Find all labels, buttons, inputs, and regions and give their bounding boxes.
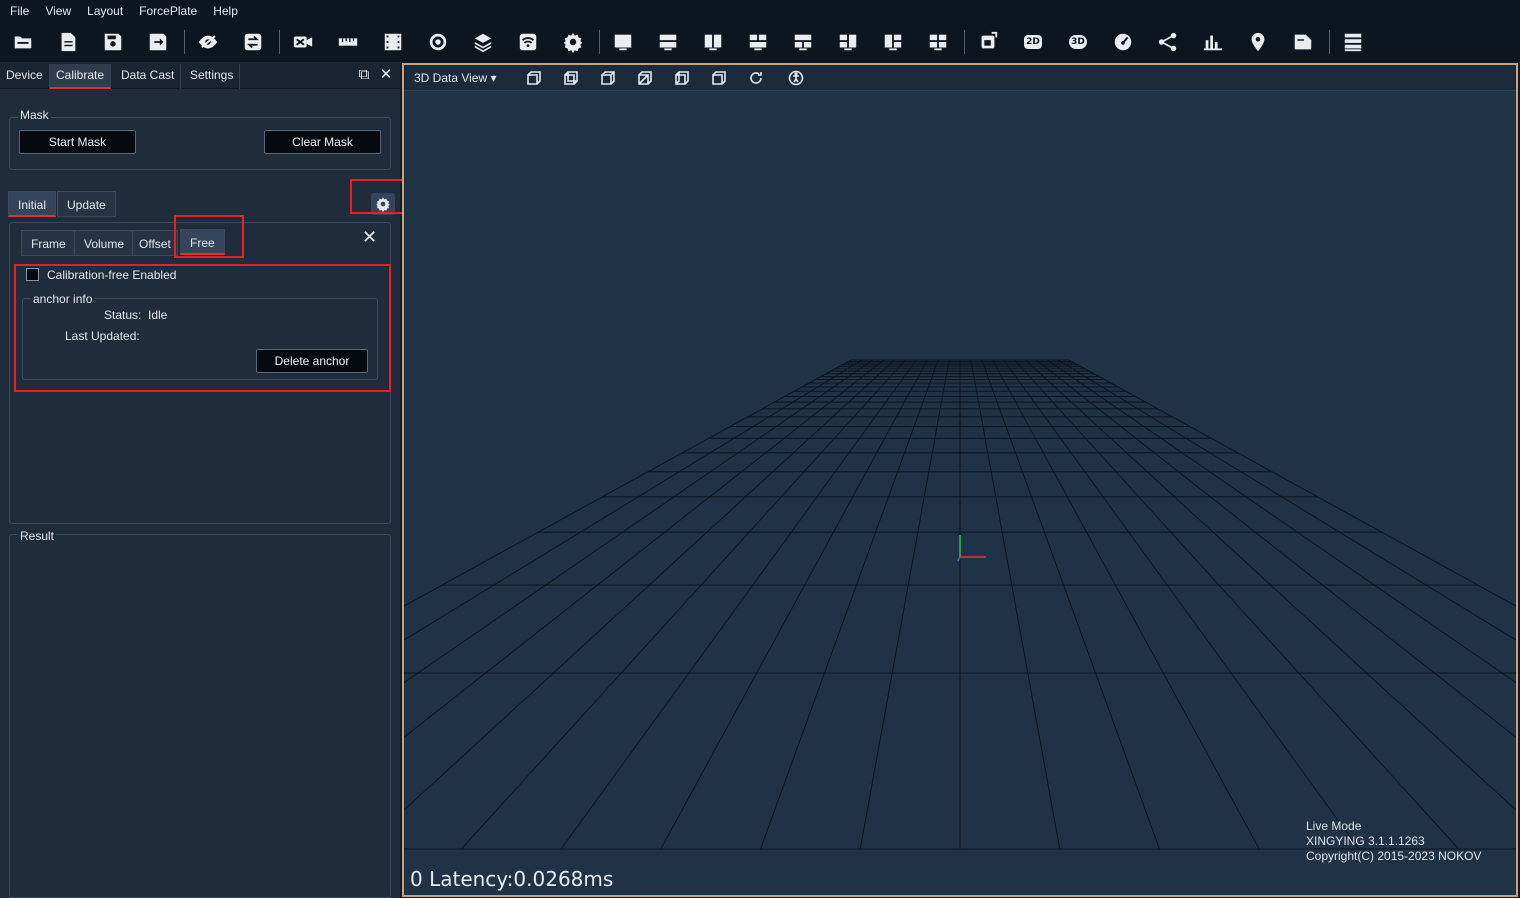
sync-icon[interactable] <box>241 30 265 54</box>
location-pin-icon[interactable] <box>1246 30 1270 54</box>
grid-line-v <box>760 359 939 850</box>
tab-offset[interactable]: Offset <box>132 230 178 256</box>
export-icon[interactable] <box>146 30 170 54</box>
hide-icon[interactable] <box>196 30 220 54</box>
free-tab-highlight-box <box>174 215 244 258</box>
float-panel-icon[interactable]: ⧉ <box>357 67 371 82</box>
tab-update[interactable]: Update <box>57 191 116 217</box>
grid-line-v <box>970 359 1061 850</box>
view-3d-icon[interactable]: 3D <box>1066 30 1090 54</box>
menu-forceplate[interactable]: ForcePlate <box>131 0 205 22</box>
grid-line-v <box>859 359 950 850</box>
menu-help[interactable]: Help <box>205 0 246 22</box>
skeleton-icon[interactable] <box>1156 30 1180 54</box>
clear-mask-button[interactable]: Clear Mask <box>264 130 381 154</box>
view-2d-icon[interactable]: 2D <box>1021 30 1045 54</box>
close-subpanel-icon[interactable]: ✕ <box>362 227 377 248</box>
menu-file[interactable]: File <box>2 0 37 22</box>
view-back-icon[interactable] <box>563 70 579 86</box>
grid-line-v <box>560 359 917 850</box>
view-left-icon[interactable] <box>674 70 690 86</box>
menu-bar: File View Layout ForcePlate Help <box>0 0 1520 22</box>
grid-line-v <box>660 359 928 850</box>
grid-line-v <box>404 359 895 811</box>
ruler-icon[interactable] <box>336 30 360 54</box>
menu-layout[interactable]: Layout <box>79 0 131 22</box>
camera-off-icon[interactable] <box>291 30 315 54</box>
start-mask-button[interactable]: Start Mask <box>19 130 136 154</box>
panel-tab-bar: Device Calibrate Data Cast Settings ⧉ ✕ <box>0 62 400 89</box>
close-panel-icon[interactable]: ✕ <box>379 67 393 82</box>
layout-left-two-icon[interactable] <box>836 30 860 54</box>
grid-line-v <box>1025 359 1516 811</box>
version-info: Live Mode XINGYING 3.1.1.1263 Copyright(… <box>1306 819 1481 864</box>
view-bottom-icon[interactable] <box>637 70 653 86</box>
tab-data-cast[interactable]: Data Cast <box>115 64 182 89</box>
grid-line-v <box>1003 359 1360 850</box>
grid-line-v <box>404 359 885 738</box>
tab-calibrate[interactable]: Calibrate <box>50 64 112 89</box>
layout-two-col-icon[interactable] <box>701 30 725 54</box>
view-title: 3D Data View <box>414 71 488 85</box>
record-icon[interactable] <box>426 30 450 54</box>
grid-line-v <box>1014 359 1460 850</box>
tab-settings[interactable]: Settings <box>184 64 241 89</box>
bar-chart-icon[interactable] <box>1201 30 1225 54</box>
accessibility-icon[interactable] <box>788 70 804 86</box>
list-icon[interactable] <box>1341 30 1365 54</box>
grid-line-v <box>1035 359 1516 738</box>
free-content-highlight-box <box>14 264 391 392</box>
mask-title: Mask <box>18 108 51 122</box>
3d-data-view[interactable]: 3D Data View ▾ 0 Latency:0.0268ms Live M… <box>402 63 1518 897</box>
grid-line-v <box>404 359 863 641</box>
reset-view-icon[interactable] <box>748 70 764 86</box>
copyright-text: Copyright(C) 2015-2023 NOKOV <box>1306 849 1482 863</box>
result-group <box>9 534 391 898</box>
save-icon[interactable] <box>101 30 125 54</box>
layout-single-icon[interactable] <box>611 30 635 54</box>
tab-frame[interactable]: Frame <box>21 230 76 256</box>
result-title: Result <box>18 529 57 543</box>
rotate-view-icon[interactable] <box>976 30 1000 54</box>
version-text: XINGYING 3.1.1.1263 <box>1306 834 1425 848</box>
grid-line-v <box>992 359 1260 850</box>
settings-icon[interactable] <box>561 30 585 54</box>
open-folder-icon[interactable] <box>11 30 35 54</box>
grid-line-v <box>1057 359 1516 641</box>
document-icon[interactable] <box>1291 30 1315 54</box>
tab-volume[interactable]: Volume <box>74 230 135 256</box>
speedometer-icon[interactable] <box>1111 30 1135 54</box>
layout-top-two-icon[interactable] <box>791 30 815 54</box>
grid-line-v <box>1046 359 1516 684</box>
view-right-icon[interactable] <box>711 70 727 86</box>
view-front-icon[interactable] <box>526 70 542 86</box>
layout-two-row-icon[interactable] <box>656 30 680 54</box>
view-top-icon[interactable] <box>600 70 616 86</box>
main-toolbar: 2D 3D <box>0 22 1520 62</box>
layout-right-two-icon[interactable] <box>881 30 905 54</box>
tab-initial[interactable]: Initial <box>8 191 57 217</box>
grid-line-v <box>460 359 906 850</box>
calibrate-panel: Device Calibrate Data Cast Settings ⧉ ✕ … <box>0 62 400 898</box>
tab-device[interactable]: Device <box>0 64 50 89</box>
ground-grid <box>404 359 1516 850</box>
wifi-icon[interactable] <box>516 30 540 54</box>
latency-readout: 0 Latency:0.0268ms <box>410 867 614 891</box>
mode-text: Live Mode <box>1306 819 1362 833</box>
layout-four-icon[interactable] <box>926 30 950 54</box>
layout-grid-icon[interactable] <box>746 30 770 54</box>
view-selector[interactable]: 3D Data View ▾ <box>414 71 497 85</box>
layers-icon[interactable] <box>471 30 495 54</box>
grid-line-v <box>981 359 1160 850</box>
film-icon[interactable] <box>381 30 405 54</box>
new-file-icon[interactable] <box>56 30 80 54</box>
grid-line-v <box>404 359 874 684</box>
view-toolbar: 3D Data View ▾ <box>404 65 1516 91</box>
menu-view[interactable]: View <box>37 0 79 22</box>
